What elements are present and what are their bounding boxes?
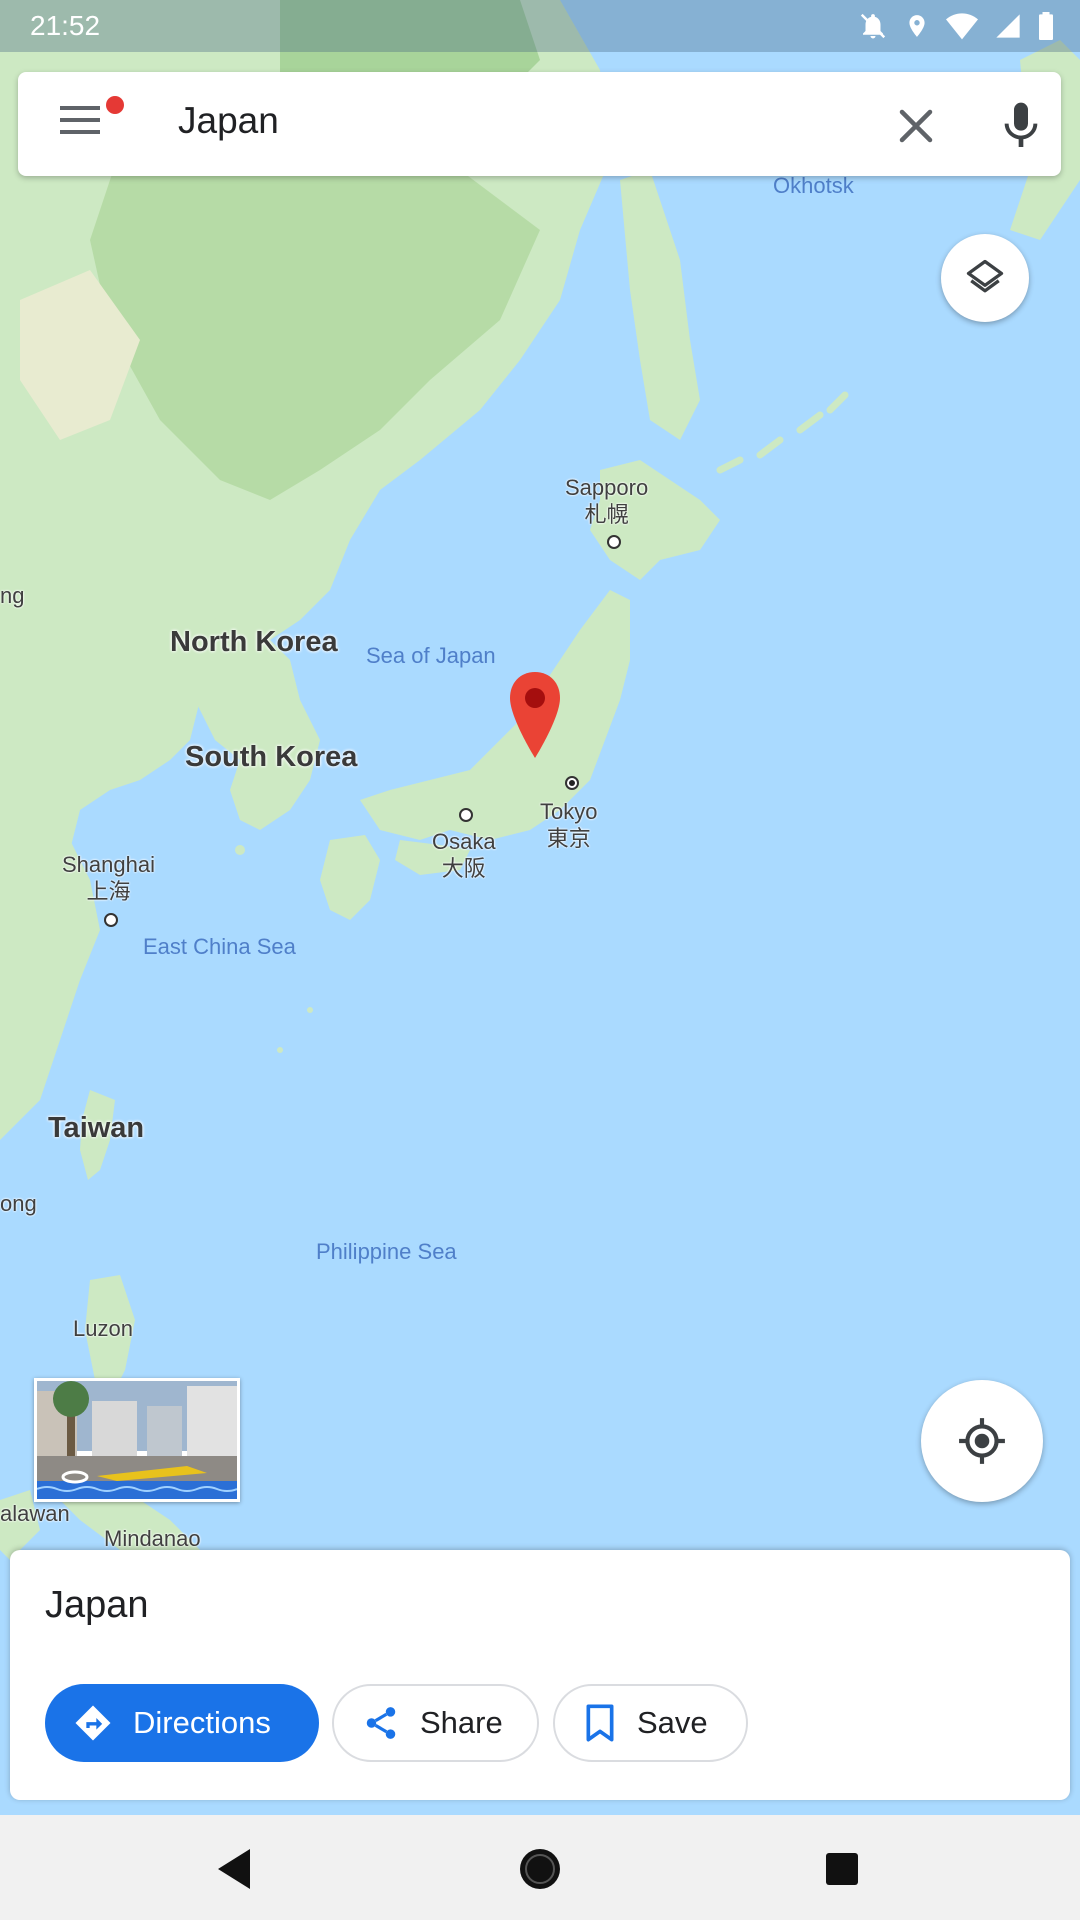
shanghai-marker[interactable] [104,913,118,927]
notification-dot [106,96,124,114]
street-view-thumbnail[interactable] [34,1378,240,1502]
layers-button[interactable] [941,234,1029,322]
my-location-button[interactable] [921,1380,1043,1502]
home-button[interactable] [516,1845,564,1893]
map-pin-icon[interactable] [508,670,562,760]
sea-label-philippine: Philippine Sea [316,1239,457,1264]
osaka-marker[interactable] [459,808,473,822]
bookmark-icon [583,1703,617,1743]
city-local-name: 東京 [546,826,591,851]
country-label-south-korea[interactable]: South Korea [185,741,357,774]
maps-app: Sapporo 札幌 Tokyo 東京 Osaka 大阪 Shanghai 上海… [0,0,1080,1920]
battery-icon [1038,12,1054,40]
city-name: Osaka [432,829,496,854]
city-name: Tokyo [540,799,598,824]
search-input[interactable]: Japan [178,100,279,142]
city-label-shanghai[interactable]: Shanghai 上海 [62,851,155,905]
share-icon [362,1704,400,1742]
city-local-name: 大阪 [441,856,486,881]
status-time: 21:52 [30,10,101,41]
menu-icon[interactable] [58,102,102,138]
search-bar[interactable]: Japan [18,72,1061,176]
save-button[interactable]: Save [553,1684,748,1762]
city-name: Sapporo [565,475,649,500]
city-local-name: 上海 [86,879,131,904]
city-label-tokyo[interactable]: Tokyo 東京 [540,798,597,852]
directions-icon [73,1703,113,1743]
city-label-osaka[interactable]: Osaka 大阪 [432,828,496,882]
menu-button[interactable] [58,102,114,150]
mic-icon[interactable] [993,98,1049,154]
region-label-edge-2: ong [0,1191,37,1216]
sea-label-okhotsk: Okhotsk [773,173,854,198]
voice-search-button[interactable] [993,98,1049,154]
recents-button[interactable] [818,1845,866,1893]
directions-label: Directions [133,1705,271,1740]
signal-icon [994,12,1022,40]
tokyo-marker[interactable] [565,776,579,790]
wifi-icon [946,12,978,40]
my-location-icon[interactable] [957,1416,1007,1466]
home-icon[interactable] [518,1847,562,1891]
recents-icon[interactable] [824,1851,860,1887]
location-icon [904,11,930,41]
back-icon[interactable] [214,1847,254,1891]
share-label: Share [420,1705,503,1740]
region-label-edge-1: ng [0,583,25,608]
country-label-taiwan[interactable]: Taiwan [48,1112,144,1145]
layers-icon[interactable] [963,256,1007,300]
clear-search-button[interactable] [888,98,944,154]
city-local-name: 札幌 [584,502,629,527]
share-button[interactable]: Share [332,1684,539,1762]
region-label-palawan: alawan [0,1501,70,1526]
back-button[interactable] [210,1845,258,1893]
city-label-sapporo[interactable]: Sapporo 札幌 [565,474,648,528]
region-label-mindanao: Mindanao [104,1526,201,1551]
close-icon[interactable] [888,98,944,154]
sea-label-japan: Sea of Japan [366,643,496,668]
sapporo-marker[interactable] [607,535,621,549]
notifications-off-icon [858,11,888,41]
place-bottom-sheet[interactable]: Japan Directions Share Save [10,1550,1070,1800]
sea-label-east-china: East China Sea [143,934,296,959]
region-label-luzon: Luzon [73,1316,133,1341]
status-icons [858,11,1054,41]
directions-button[interactable]: Directions [45,1684,319,1762]
place-title: Japan [45,1584,149,1626]
city-name: Shanghai [62,852,155,877]
save-label: Save [637,1705,708,1740]
status-bar: 21:52 [0,0,1080,52]
system-navigation-bar [0,1815,1080,1920]
country-label-north-korea[interactable]: North Korea [170,626,338,659]
